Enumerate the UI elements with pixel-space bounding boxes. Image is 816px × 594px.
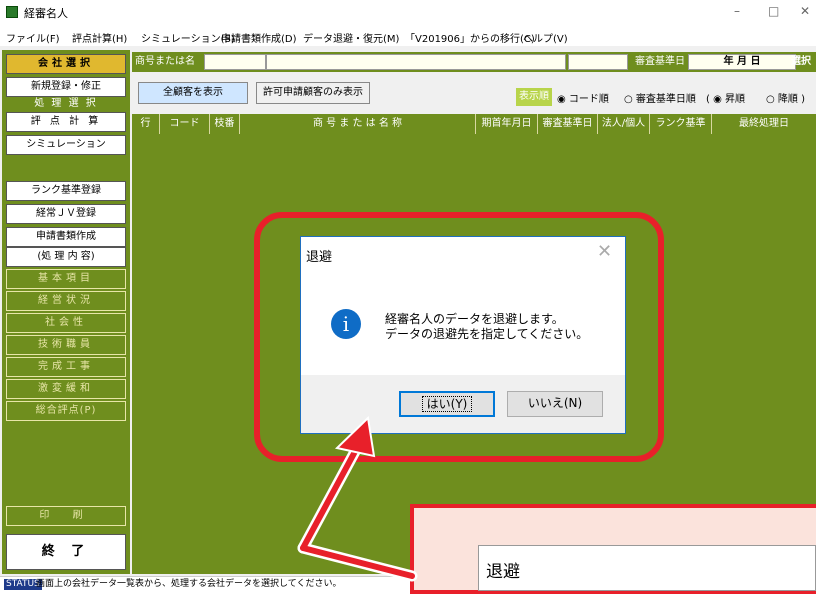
- col-entity-type[interactable]: 法人/個人: [598, 114, 650, 134]
- dialog-footer: はい(Y) いいえ(N): [301, 375, 625, 433]
- item-social[interactable]: 社会性: [6, 313, 126, 333]
- score-calc-button[interactable]: 評 点 計 算: [6, 112, 126, 132]
- exit-button[interactable]: 終 了: [6, 534, 126, 570]
- close-icon[interactable]: ✕: [597, 241, 612, 262]
- show-permitted-button[interactable]: 許可申請顧客のみ表示: [256, 82, 370, 104]
- item-management[interactable]: 経営状況: [6, 291, 126, 311]
- menu-data-backup[interactable]: データ退避・復元(M): [303, 30, 399, 45]
- item-total-score[interactable]: 総合評点(P): [6, 401, 126, 421]
- item-basic[interactable]: 基本項目: [6, 269, 126, 289]
- display-order-label: 表示順: [516, 88, 552, 106]
- sort-desc-radio[interactable]: ○ 降順 ): [766, 90, 805, 105]
- name-filter-label: 商号または名称: [135, 56, 195, 87]
- name-filter-input-b[interactable]: [266, 54, 566, 70]
- left-panel: 会社選択 新規登録・修正 処 理 選 択 評 点 計 算 シミュレーション ラン…: [2, 50, 130, 574]
- process-select-header: 処 理 選 択: [34, 98, 98, 109]
- dialog-title: 退避: [306, 250, 333, 265]
- app-window: 経審名人 – □ ✕ ファイル(F) 評点計算(H) シミュレーション(S) 申…: [0, 0, 816, 594]
- backup-dialog: 退避 ✕ i 経審名人のデータを退避します。 データの退避先を指定してください。…: [300, 236, 626, 434]
- menu-score-calc[interactable]: 評点計算(H): [72, 30, 127, 45]
- info-icon: i: [331, 309, 361, 339]
- process-contents-header: (処 理 内 容): [6, 247, 126, 267]
- review-date-input[interactable]: 年 月 日: [688, 54, 796, 70]
- filter-bar: 商号または名称 審査基準日 年 月 日 選択: [132, 52, 816, 87]
- sort-code-radio[interactable]: ◉ コード順: [557, 90, 609, 105]
- show-all-button[interactable]: 全顧客を表示: [138, 82, 248, 104]
- print-button[interactable]: 印 刷: [6, 506, 126, 526]
- yes-button[interactable]: はい(Y): [399, 391, 495, 417]
- review-date-label: 審査基準日: [635, 56, 685, 67]
- select-label[interactable]: 選択: [788, 52, 816, 72]
- yes-button-label: はい(Y): [421, 396, 473, 412]
- menu-migrate[interactable]: 「V201906」からの移行(C): [405, 30, 535, 45]
- company-select-button[interactable]: 会社選択: [6, 54, 126, 74]
- title-bar: 経審名人 – □ ✕: [0, 0, 816, 26]
- col-fiscal-start[interactable]: 期首年月日: [476, 114, 538, 134]
- col-code[interactable]: コード: [160, 114, 210, 134]
- minimize-button[interactable]: –: [734, 4, 740, 18]
- new-register-button[interactable]: 新規登録・修正: [6, 77, 126, 97]
- col-rank[interactable]: ランク基準: [650, 114, 712, 134]
- col-branch[interactable]: 枝番: [210, 114, 240, 134]
- sort-asc-radio[interactable]: ( ◉ 昇順: [706, 90, 745, 105]
- sort-review-date-radio[interactable]: ○ 審査基準日順: [624, 90, 696, 105]
- application-docs-button[interactable]: 申請書類作成: [6, 227, 126, 247]
- name-filter-input-a[interactable]: [204, 54, 266, 70]
- dialog-message-line2: データの退避先を指定してください。: [385, 327, 589, 341]
- item-mitigation[interactable]: 激変緩和: [6, 379, 126, 399]
- window-title: 経審名人: [24, 7, 68, 20]
- col-last-processed[interactable]: 最終処理日: [712, 114, 816, 134]
- menu-help[interactable]: ヘルプ(V): [523, 30, 568, 45]
- col-name[interactable]: 商 号 ま た は 名 称: [240, 114, 476, 134]
- menu-file[interactable]: ファイル(F): [6, 30, 60, 45]
- menu-application-docs[interactable]: 申請書類作成(D): [221, 30, 297, 45]
- zoom-dialog-preview: [478, 545, 816, 591]
- table-header: 行 コード 枝番 商 号 ま た は 名 称 期首年月日 審査基準日 法人/個人…: [132, 114, 816, 134]
- zoom-dialog-title: 退避: [486, 562, 520, 582]
- rank-register-button[interactable]: ランク基準登録: [6, 181, 126, 201]
- col-row[interactable]: 行: [132, 114, 160, 134]
- close-window-button[interactable]: ✕: [800, 4, 810, 18]
- simulation-button[interactable]: シミュレーション: [6, 135, 126, 155]
- no-button[interactable]: いいえ(N): [507, 391, 603, 417]
- toolbar: 全顧客を表示 許可申請顧客のみ表示 表示順 ◉ コード順 ○ 審査基準日順 ( …: [132, 74, 816, 114]
- jv-register-button[interactable]: 経常ＪＶ登録: [6, 204, 126, 224]
- status-text: 画面上の会社データ一覧表から、処理する会社データを選択してください。: [36, 579, 342, 589]
- menu-bar: ファイル(F) 評点計算(H) シミュレーション(S) 申請書類作成(D) デー…: [0, 26, 816, 46]
- col-review-date[interactable]: 審査基準日: [538, 114, 598, 134]
- name-filter-input-c[interactable]: [568, 54, 628, 70]
- app-icon: [6, 6, 18, 18]
- maximize-button[interactable]: □: [768, 4, 779, 18]
- item-technical-staff[interactable]: 技術職員: [6, 335, 126, 355]
- item-completed-work[interactable]: 完成工事: [6, 357, 126, 377]
